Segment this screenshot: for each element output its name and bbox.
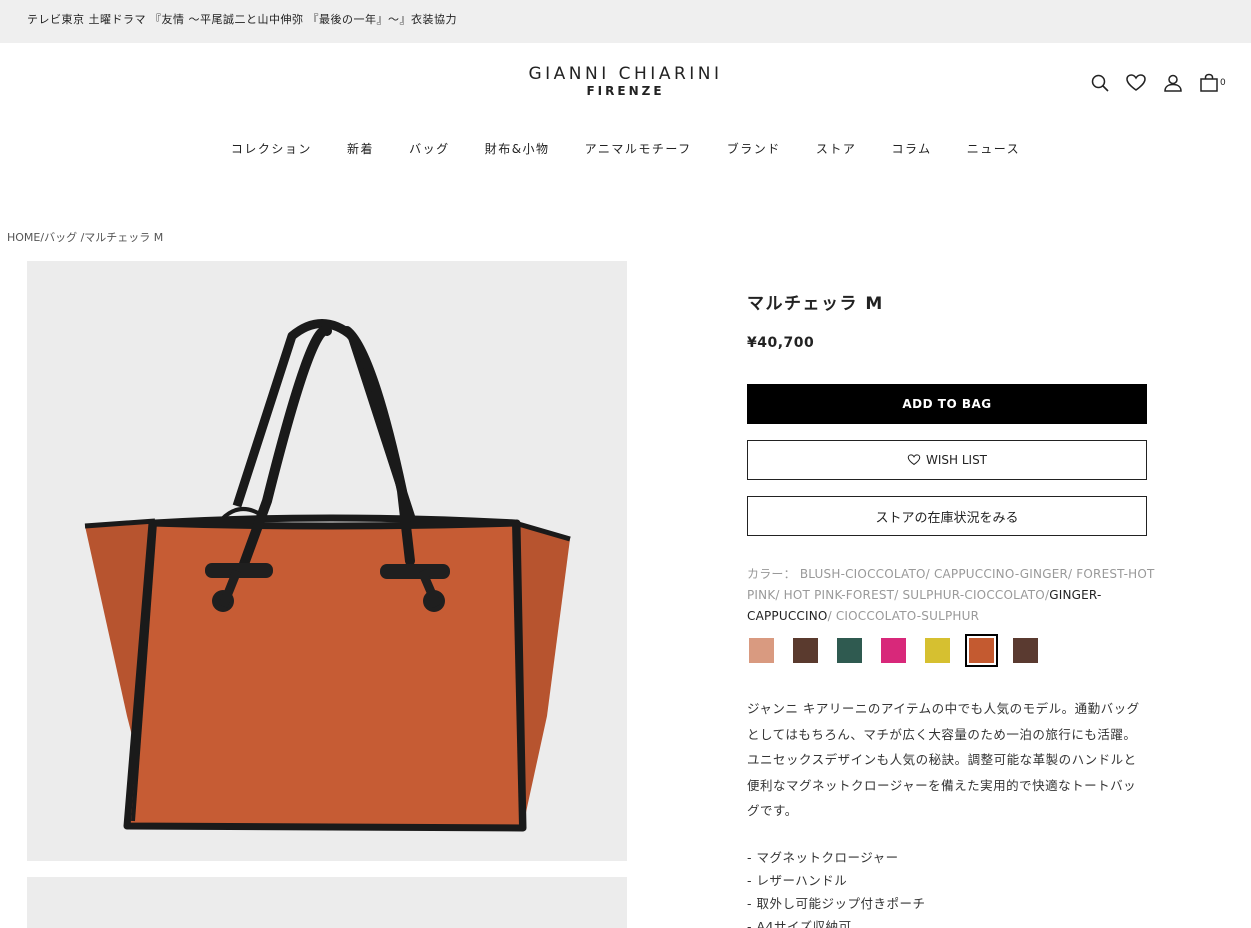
product-secondary-image[interactable] [27, 877, 627, 928]
tote-bag-illustration [84, 319, 571, 832]
announcement-text[interactable]: テレビ東京 土曜ドラマ 『友情 〜平尾誠二と山中伸弥 『最後の一年』〜』衣装協力 [27, 11, 457, 27]
add-to-bag-button[interactable]: ADD TO BAG [747, 384, 1147, 424]
product-main-image[interactable] [27, 261, 627, 861]
color-options-after[interactable]: / CIOCCOLATO-SULPHUR [828, 609, 980, 623]
color-options-text: カラー： BLUSH-CIOCCOLATO/ CAPPUCCINO-GINGER… [747, 564, 1157, 627]
main-nav: コレクション 新着 バッグ 財布&小物 アニマルモチーフ ブランド ストア コラ… [0, 138, 1251, 157]
feature-list: - マグネットクロージャー - レザーハンドル - 取外し可能ジップ付きポーチ … [747, 846, 1147, 928]
product-title: マルチェッラ M [747, 294, 884, 314]
breadcrumb-home[interactable]: HOME [7, 231, 40, 244]
swatch-sulphur-cioccolato[interactable] [925, 638, 950, 663]
feature-item: - マグネットクロージャー [747, 850, 899, 865]
nav-item-column[interactable]: コラム [892, 140, 932, 157]
feature-item: - A4サイズ収納可 [747, 919, 852, 928]
feature-item: - 取外し可能ジップ付きポーチ [747, 896, 926, 911]
breadcrumb-category[interactable]: バッグ [44, 231, 77, 244]
user-icon[interactable] [1162, 72, 1184, 94]
swatch-hot-pink-forest[interactable] [881, 638, 906, 663]
nav-item-news[interactable]: ニュース [967, 140, 1020, 157]
store-stock-label: ストアの在庫状況をみる [875, 510, 1019, 526]
heart-icon[interactable] [1125, 72, 1147, 94]
swatch-blush-cioccolato[interactable] [749, 638, 774, 663]
wish-list-button[interactable]: WISH LIST [747, 440, 1147, 480]
brand-logo[interactable]: GIANNI CHIARINI [0, 64, 1251, 84]
nav-item-wallets[interactable]: 財布&小物 [485, 140, 550, 157]
announcement-bar: テレビ東京 土曜ドラマ 『友情 〜平尾誠二と山中伸弥 『最後の一年』〜』衣装協力 [0, 0, 1251, 43]
nav-item-animal-motif[interactable]: アニマルモチーフ [585, 140, 692, 157]
breadcrumb-current: マルチェッラ M [84, 231, 164, 244]
add-to-bag-label: ADD TO BAG [902, 397, 992, 411]
bag-icon[interactable] [1198, 72, 1220, 94]
swatch-forest-hot-pink[interactable] [837, 638, 862, 663]
swatch-cioccolato-sulphur[interactable] [1013, 638, 1038, 663]
breadcrumb: HOME/バッグ /マルチェッラ M [7, 229, 163, 245]
product-price: ¥40,700 [747, 335, 815, 351]
color-label: カラー： [747, 567, 796, 581]
nav-item-store[interactable]: ストア [816, 140, 857, 157]
nav-item-brand[interactable]: ブランド [727, 140, 781, 157]
swatch-ginger-cappuccino[interactable] [965, 634, 998, 667]
cart-count: 0 [1220, 78, 1226, 88]
feature-item: - レザーハンドル [747, 873, 848, 888]
nav-item-new[interactable]: 新着 [347, 140, 374, 157]
heart-icon [907, 454, 921, 466]
nav-item-collection[interactable]: コレクション [231, 140, 312, 157]
wish-list-label: WISH LIST [925, 453, 988, 467]
nav-item-bags[interactable]: バッグ [409, 140, 450, 157]
swatch-cappuccino-ginger[interactable] [793, 638, 818, 663]
store-stock-button[interactable]: ストアの在庫状況をみる [747, 496, 1147, 536]
search-icon[interactable] [1089, 72, 1111, 94]
brand-logo-sub: FIRENZE [586, 84, 665, 98]
product-description: ジャンニ キアリーニのアイテムの中でも人気のモデル。通勤バッグとしてはもちろん、… [747, 701, 1140, 818]
